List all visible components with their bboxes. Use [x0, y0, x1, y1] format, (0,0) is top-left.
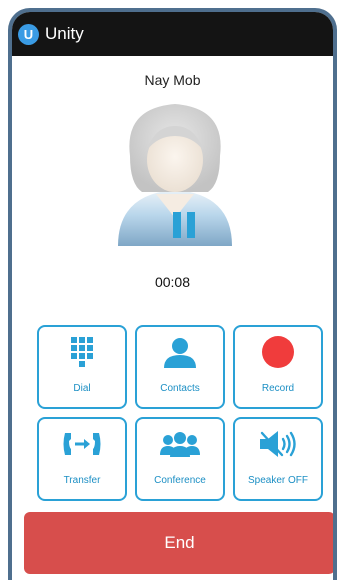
end-call-button[interactable]: End — [24, 512, 333, 574]
conference-button[interactable]: Conference — [135, 417, 225, 501]
transfer-label: Transfer — [63, 475, 101, 486]
caller-name: Nay Mob — [144, 72, 201, 88]
speaker-button[interactable]: Speaker OFF — [233, 417, 323, 501]
pause-icon[interactable] — [173, 212, 197, 238]
dial-button[interactable]: Dial — [37, 325, 127, 409]
phone-frame: U Unity Nay Mob 00:08 Dial Contacts Reco… — [8, 8, 337, 580]
speaker-label: Speaker OFF — [247, 475, 309, 486]
transfer-button[interactable]: Transfer — [37, 417, 127, 501]
dialpad-icon — [39, 335, 125, 369]
speaker-off-icon — [235, 427, 321, 461]
contact-icon — [137, 335, 223, 369]
app-logo: U — [18, 24, 39, 45]
contacts-button[interactable]: Contacts — [135, 325, 225, 409]
contacts-label: Contacts — [160, 383, 200, 394]
app-title: Unity — [45, 24, 84, 43]
conference-label: Conference — [154, 475, 206, 486]
transfer-icon — [39, 427, 125, 461]
record-icon — [235, 335, 321, 369]
call-timer: 00:08 — [154, 274, 191, 290]
title-bar: U Unity — [12, 12, 333, 56]
record-button[interactable]: Record — [233, 325, 323, 409]
conference-icon — [137, 427, 223, 461]
dial-label: Dial — [73, 383, 91, 394]
record-label: Record — [261, 383, 295, 394]
